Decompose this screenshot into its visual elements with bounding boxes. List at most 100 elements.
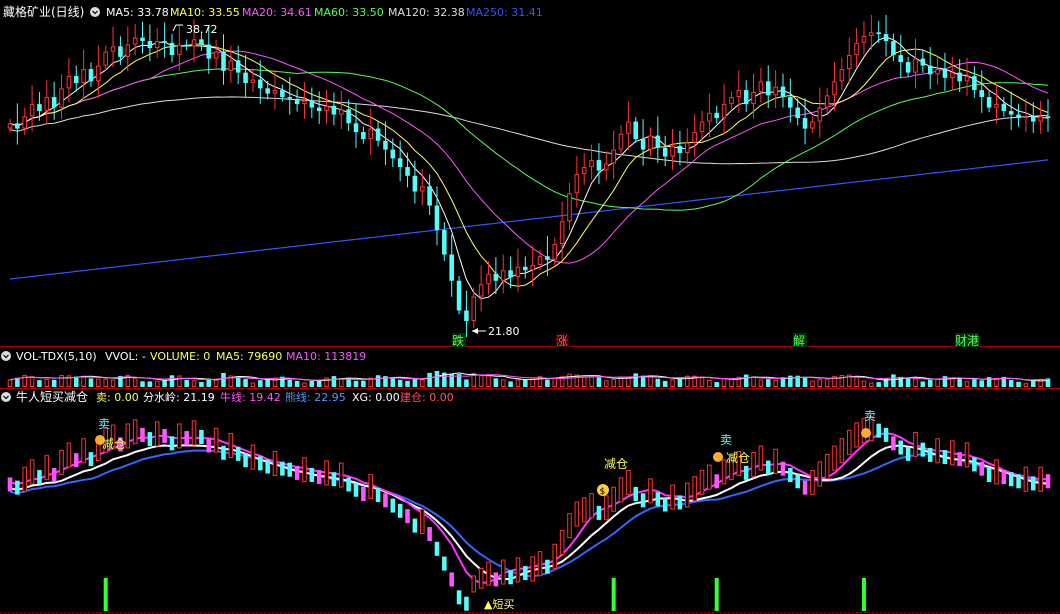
signal-bar bbox=[1016, 474, 1021, 489]
candle bbox=[537, 256, 543, 266]
indicator-plot[interactable] bbox=[7, 416, 1051, 611]
candle bbox=[964, 76, 970, 82]
signal-bar bbox=[743, 465, 749, 480]
signal-bar bbox=[331, 472, 337, 487]
candle bbox=[883, 34, 889, 42]
candle bbox=[979, 90, 985, 98]
candle bbox=[854, 42, 859, 56]
volume-bar bbox=[699, 377, 705, 388]
volume-plot[interactable] bbox=[7, 371, 1051, 388]
signal-bar bbox=[714, 474, 720, 489]
volume-bar bbox=[88, 378, 94, 387]
signal-bar bbox=[802, 480, 808, 495]
volume-bar bbox=[552, 377, 558, 387]
signal-bar bbox=[265, 459, 270, 474]
signal-bar bbox=[530, 556, 535, 582]
candle bbox=[869, 32, 874, 36]
candle bbox=[648, 135, 653, 150]
candle bbox=[891, 41, 896, 56]
signal-sell-3: 卖 bbox=[864, 409, 876, 423]
signal-bar bbox=[147, 432, 153, 447]
signal-bar bbox=[1038, 466, 1043, 492]
signal-bar bbox=[184, 431, 189, 446]
candle bbox=[530, 265, 535, 271]
candle bbox=[280, 90, 285, 98]
volume-bar bbox=[618, 377, 624, 387]
ma5-line bbox=[9, 36, 1049, 300]
signal-bar bbox=[132, 419, 138, 445]
volume-bar bbox=[29, 376, 35, 387]
candle bbox=[1023, 116, 1029, 119]
volume-bar bbox=[714, 382, 720, 387]
main-legend-icon[interactable] bbox=[90, 7, 100, 17]
candle bbox=[736, 90, 742, 98]
candle bbox=[743, 90, 749, 105]
candle bbox=[88, 69, 94, 82]
candle bbox=[375, 128, 381, 141]
volume-bar bbox=[655, 378, 661, 387]
signal-bar bbox=[824, 454, 830, 480]
indicator-legend-build: 建仓: 0.00 bbox=[400, 390, 454, 404]
marker-jie: 解 bbox=[793, 334, 805, 348]
candle bbox=[802, 118, 808, 129]
signal-bar bbox=[692, 476, 697, 502]
signal-bar bbox=[316, 470, 322, 485]
indicator-legend-icon[interactable] bbox=[1, 392, 11, 402]
volume-bar bbox=[464, 379, 469, 387]
signal-bar bbox=[361, 486, 366, 501]
signal-bar bbox=[537, 551, 543, 577]
candle bbox=[110, 46, 116, 52]
signal-bar bbox=[633, 486, 639, 501]
signal-bar bbox=[913, 431, 918, 457]
candle bbox=[765, 81, 771, 96]
signal-bar bbox=[235, 446, 241, 461]
candle bbox=[905, 62, 911, 73]
stock-chart[interactable]: 藏格矿业(日线) MA5: 33.78 MA10: 33.55 MA20: 34… bbox=[0, 0, 1060, 614]
volume-bar bbox=[375, 375, 381, 387]
signal-bar bbox=[618, 477, 624, 503]
signal-bar bbox=[66, 442, 72, 468]
signal-bar bbox=[442, 556, 447, 571]
volume-bar bbox=[1023, 383, 1029, 387]
volume-bar bbox=[132, 378, 138, 387]
candle bbox=[316, 107, 322, 112]
volume-bar bbox=[751, 376, 756, 387]
signal-bar bbox=[950, 440, 955, 466]
candle bbox=[243, 72, 248, 84]
candle bbox=[920, 58, 926, 66]
hand-icon bbox=[861, 428, 871, 438]
high-pointer bbox=[172, 24, 183, 32]
volume-bar bbox=[957, 378, 962, 387]
volume-bar bbox=[648, 376, 653, 388]
volume-legend-ma10: MA10: 113819 bbox=[286, 350, 366, 363]
main-legend-ma5: MA5: 33.78 bbox=[106, 6, 169, 19]
signal-bar bbox=[883, 427, 889, 442]
volume-bar bbox=[338, 378, 344, 387]
volume-bar bbox=[140, 381, 145, 387]
signal-bar bbox=[37, 470, 42, 485]
signal-bar bbox=[272, 450, 278, 476]
signal-bar bbox=[280, 461, 285, 476]
signal-bar bbox=[604, 495, 609, 521]
signal-bar bbox=[574, 501, 580, 527]
signal-bar bbox=[199, 429, 204, 444]
candle bbox=[221, 51, 226, 71]
candle bbox=[449, 254, 454, 281]
candle bbox=[589, 160, 594, 168]
volume-bar bbox=[154, 380, 160, 388]
candle bbox=[442, 230, 447, 255]
candle bbox=[383, 140, 388, 150]
candle bbox=[199, 39, 204, 45]
volume-bar bbox=[721, 378, 727, 388]
volume-legend-icon[interactable] bbox=[1, 351, 11, 361]
signal-bar bbox=[626, 469, 631, 495]
hand-icon bbox=[713, 452, 723, 462]
candle bbox=[184, 44, 189, 47]
candle bbox=[839, 69, 845, 82]
main-price-plot[interactable] bbox=[7, 14, 1051, 337]
candle bbox=[169, 42, 175, 56]
volume-bar bbox=[743, 374, 749, 387]
candle bbox=[287, 97, 293, 99]
candle bbox=[213, 51, 219, 59]
signal-bar bbox=[140, 427, 145, 442]
